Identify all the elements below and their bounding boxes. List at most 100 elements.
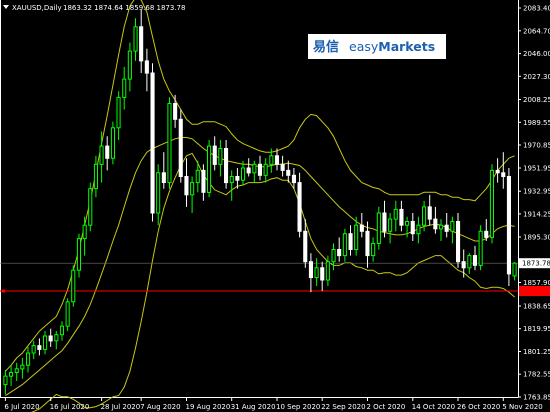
candle-body-bull — [59, 325, 65, 336]
candle-body-bear — [444, 224, 449, 232]
candle-body-bull — [252, 163, 257, 174]
candle-body-bear — [280, 163, 285, 171]
y-tick-label: 1914.25 — [523, 210, 550, 218]
bollinger-lower-line — [31, 152, 515, 412]
candle-body-bear — [399, 208, 404, 226]
candle-body-bull — [99, 145, 104, 165]
candle-body-bear — [337, 249, 342, 257]
ohlc-values: 1863.32 1874.64 1859.68 1873.78 — [63, 4, 185, 12]
candle-body-bear — [410, 221, 415, 235]
candle-body-bull — [93, 163, 99, 190]
candle-body-bull — [88, 188, 93, 226]
candle-body-bull — [76, 238, 82, 271]
price-line-anchor — [2, 289, 5, 293]
candle-body-bull — [190, 182, 195, 196]
candle-body-bear — [105, 145, 110, 159]
y-tick-label: 1819.95 — [523, 325, 550, 333]
candle-body-bull — [20, 364, 25, 370]
x-tick-label: 19 Aug 2020 — [186, 403, 231, 411]
candle-body-bear — [144, 60, 149, 74]
candle-body-bull — [82, 224, 87, 240]
x-tick-label: 6 Jul 2020 — [4, 403, 39, 411]
candle-body-bear — [297, 182, 302, 232]
candle-body-bull — [229, 176, 234, 184]
candle-body-bear — [484, 230, 489, 238]
candle-body-bull — [405, 221, 410, 226]
candle-body-bear — [48, 335, 53, 342]
y-tick-label: 1763.85 — [523, 394, 550, 402]
x-tick-label: 2 Oct 2020 — [367, 403, 406, 411]
y-tick-label: 2027.30 — [523, 73, 550, 81]
candle-body-bear — [257, 163, 262, 176]
x-tick-label: 16 Jul 2020 — [50, 403, 90, 411]
candle-body-bull — [26, 352, 31, 366]
candle-body-bear — [382, 212, 387, 232]
price-axis: 2083.40 2064.70 2046.00 2027.30 2008.25 1989.… — [518, 5, 550, 402]
candle-body-bear — [320, 267, 325, 281]
candle-body-bull — [489, 169, 494, 238]
candle-body-bear — [150, 72, 155, 214]
candle-body-bear — [274, 155, 279, 165]
logo-brand-prefix: easy — [349, 39, 379, 54]
logo-brand-suffix: Markets — [378, 39, 435, 54]
candle-body-bear — [235, 176, 240, 181]
y-tick-label: 1970.85 — [523, 142, 550, 150]
candle-body-bear — [365, 230, 370, 257]
candle-body-bull — [331, 249, 336, 263]
candle-body-bull — [478, 230, 483, 266]
candle-body-bear — [506, 176, 511, 275]
candle-body-bull — [14, 368, 19, 373]
candle-body-bull — [156, 172, 161, 214]
symbol-dropdown-icon[interactable] — [3, 5, 9, 9]
y-tick-label: 1951.95 — [523, 165, 550, 173]
candle-body-bull — [122, 78, 127, 98]
logo-chinese-text: 易信 — [313, 39, 339, 55]
candle-body-bear — [427, 206, 432, 220]
candle-body-bull — [110, 127, 116, 159]
candle-body-bear — [472, 255, 477, 266]
candle-body-bull — [218, 148, 223, 165]
candle-body-bull — [207, 145, 212, 193]
x-tick-label: 31 Aug 2020 — [231, 403, 276, 411]
candle-body-bull — [325, 261, 330, 281]
candle-body-bull — [450, 221, 455, 232]
y-tick-label: 1932.95 — [523, 188, 550, 196]
candle-body-bear — [359, 224, 364, 232]
candle-body-bull — [376, 212, 381, 244]
x-tick-label: 10 Sep 2020 — [276, 403, 320, 411]
candle-body-bull — [342, 233, 347, 257]
candle-body-bear — [291, 174, 296, 184]
candle-body-bull — [167, 103, 172, 184]
candle-body-bear — [201, 169, 206, 193]
candle-body-bull — [512, 262, 517, 277]
candle-body-bear — [173, 103, 178, 120]
time-axis: 6 Jul 2020 16 Jul 2020 28 Jul 2020 7 Aug 20… — [4, 397, 543, 411]
candle-body-bull — [439, 224, 444, 230]
candle-body-bull — [65, 301, 70, 327]
candle-body-bull — [9, 372, 14, 377]
candle-body-bull — [31, 345, 36, 354]
y-tick-label: 1989.55 — [523, 119, 550, 127]
candle-body-bull — [241, 167, 246, 181]
y-tick-label: 1801.25 — [523, 348, 550, 356]
candle-body-bear — [456, 221, 461, 263]
symbol-label: XAUUSD,Daily — [12, 4, 62, 12]
candle-body-bull — [422, 206, 427, 226]
broker-logo: 易信 easyMarkets — [308, 34, 446, 59]
candle-body-bear — [178, 118, 183, 178]
candle-body-bear — [433, 218, 438, 230]
y-tick-label: 2064.70 — [523, 27, 550, 35]
candle-body-bull — [388, 218, 393, 232]
candle-body-bear — [501, 172, 506, 178]
candle-body-bull — [354, 224, 359, 250]
candles — [3, 9, 517, 395]
candle-body-bear — [303, 230, 308, 263]
candle-body-bear — [184, 176, 189, 196]
y-tick-label: 1782.55 — [523, 371, 550, 379]
candle-body-bull — [54, 334, 59, 342]
y-tick-label: 2008.25 — [523, 96, 550, 104]
line-price-badge — [519, 286, 550, 296]
y-tick-label: 1838.65 — [523, 303, 550, 311]
candle-body-bull — [127, 50, 132, 80]
candle-body-bull — [371, 242, 376, 257]
